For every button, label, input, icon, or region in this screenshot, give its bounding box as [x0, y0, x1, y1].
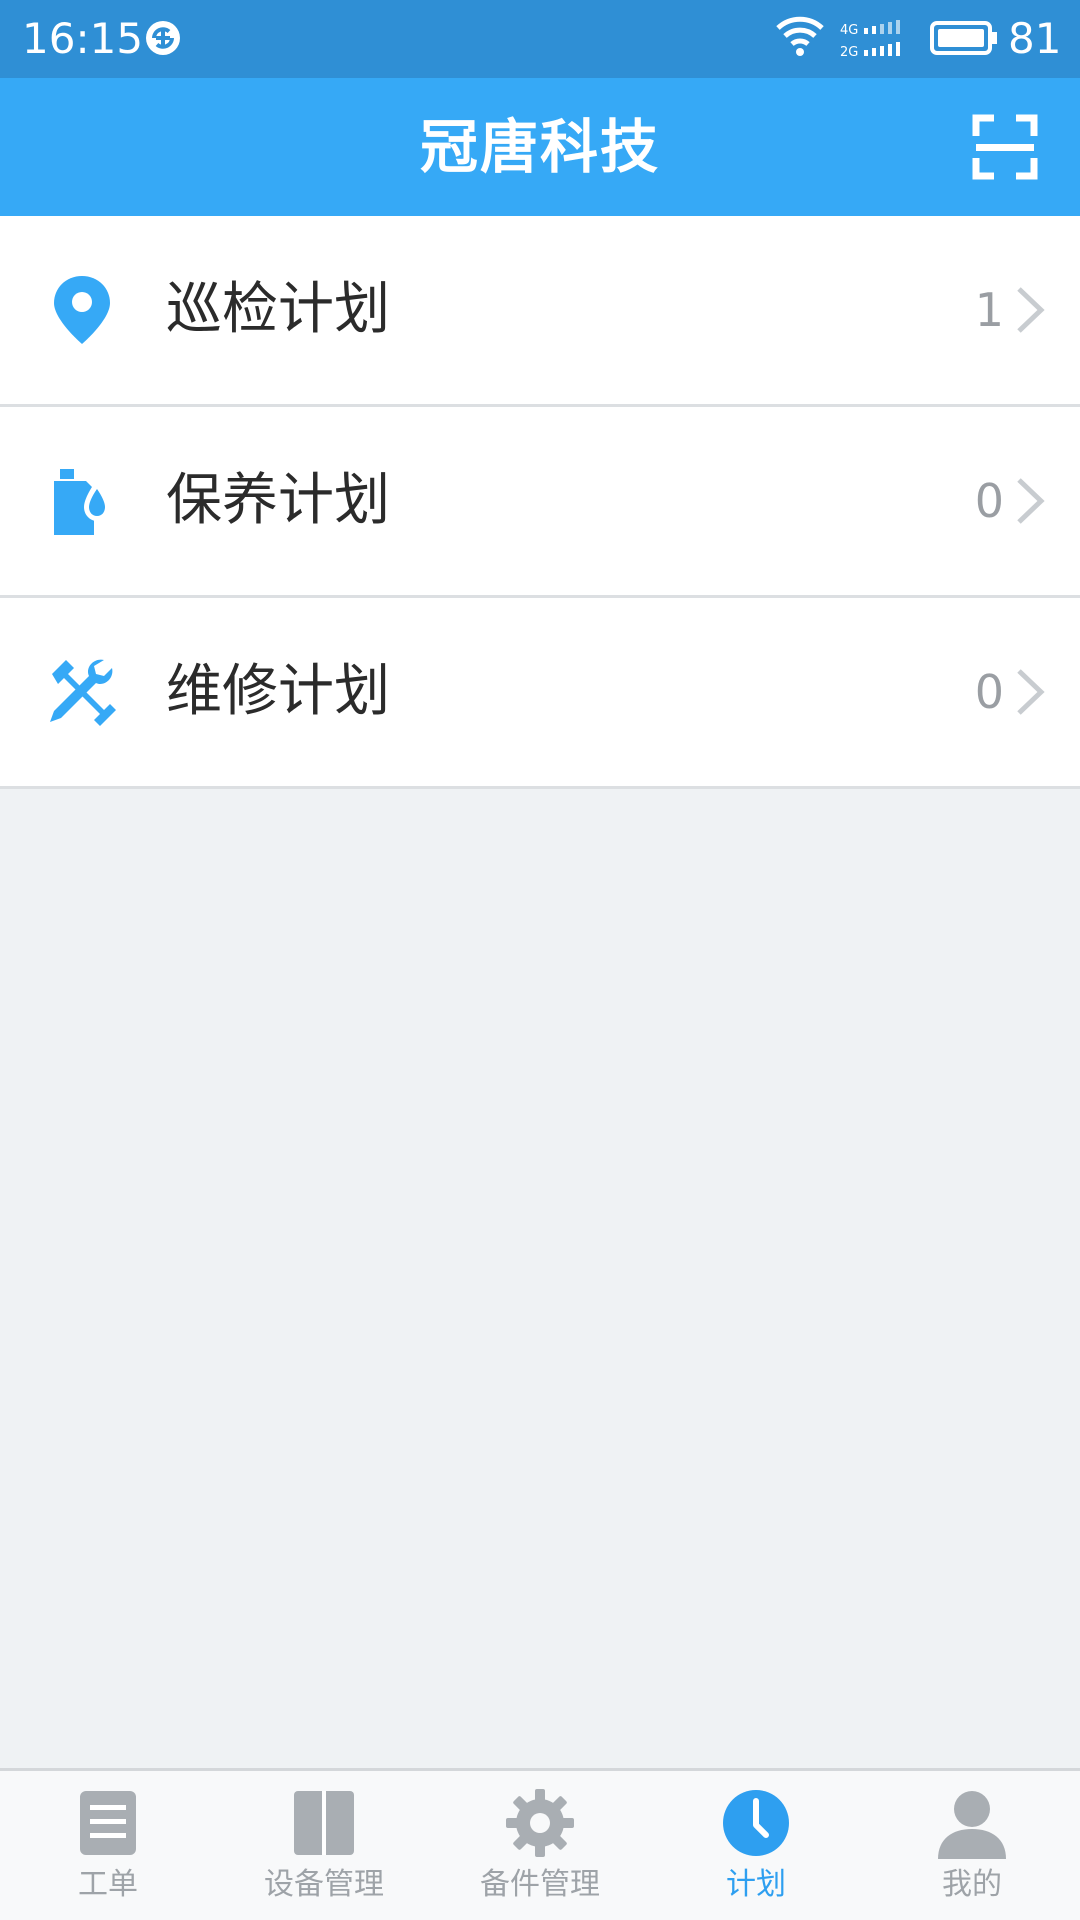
tab-mine[interactable]: 我的 [864, 1771, 1080, 1920]
chevron-right-icon [1017, 478, 1045, 524]
status-time: 16:15 [22, 14, 144, 63]
chevron-right-icon [1017, 669, 1045, 715]
device-panel-icon [294, 1791, 354, 1855]
menu-item-label: 保养计划 [166, 468, 390, 533]
tab-spare-parts[interactable]: 备件管理 [432, 1771, 648, 1920]
sync-icon [146, 21, 180, 55]
gear-icon [506, 1789, 574, 1857]
tab-device-management[interactable]: 设备管理 [216, 1771, 432, 1920]
chevron-right-icon [1017, 287, 1045, 333]
menu-item-label: 巡检计划 [166, 277, 390, 342]
tab-label: 设备管理 [264, 1867, 384, 1902]
document-list-icon [80, 1791, 136, 1855]
svg-text:4G: 4G [840, 23, 858, 38]
tab-label: 我的 [942, 1867, 1002, 1902]
plan-menu-list: 巡检计划 1 保养计划 0 维修计划 0 [0, 216, 1080, 789]
status-bar: 16:15 4G 2G 81 [0, 0, 1080, 78]
tab-label: 计划 [726, 1867, 786, 1902]
svg-text:2G: 2G [840, 45, 858, 60]
tab-label: 工单 [78, 1867, 138, 1902]
scan-icon[interactable] [972, 114, 1038, 180]
battery-level: 81 [1008, 14, 1062, 63]
tools-icon [50, 659, 116, 726]
wifi-icon [776, 16, 824, 56]
user-icon [938, 1791, 1006, 1859]
tab-plan[interactable]: 计划 [648, 1771, 864, 1920]
tab-label: 备件管理 [480, 1867, 600, 1902]
app-header: 冠唐科技 [0, 78, 1080, 216]
clock-icon [723, 1790, 789, 1856]
signal-icon: 4G 2G [840, 20, 900, 60]
menu-item-repair-plan[interactable]: 维修计划 0 [0, 598, 1080, 789]
bottom-nav: 工单 设备管理 备件管理 计划 我的 [0, 1768, 1080, 1920]
menu-item-count: 0 [974, 474, 1004, 528]
battery-icon [930, 21, 997, 55]
oil-drop-icon [54, 469, 110, 535]
location-pin-icon [54, 276, 110, 344]
page-title: 冠唐科技 [419, 113, 660, 181]
menu-item-count: 1 [974, 283, 1004, 337]
menu-item-count: 0 [974, 665, 1004, 719]
tab-work-order[interactable]: 工单 [0, 1771, 216, 1920]
menu-item-inspection-plan[interactable]: 巡检计划 1 [0, 216, 1080, 407]
menu-item-maintenance-plan[interactable]: 保养计划 0 [0, 407, 1080, 598]
menu-item-label: 维修计划 [166, 659, 390, 724]
